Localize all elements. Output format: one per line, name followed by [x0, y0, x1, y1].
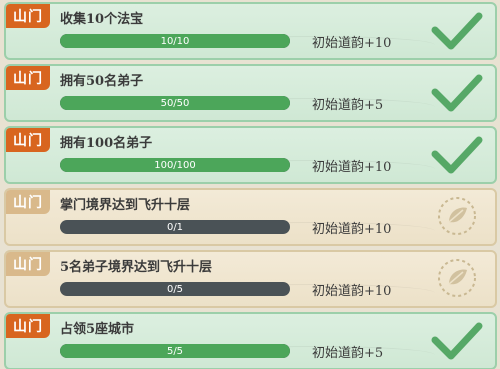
category-tag: 山门 [6, 252, 50, 276]
quest-list: 山门 收集10个法宝 10/10 初始道韵+10 山门 拥有50名弟子 50/5… [0, 0, 500, 369]
reward-text: 初始道韵+10 [312, 284, 392, 299]
quest-title: 5名弟子境界达到飞升十层 [60, 260, 213, 275]
reward-text: 初始道韵+5 [312, 98, 384, 113]
reward-text: 初始道韵+10 [312, 222, 392, 237]
quest-row[interactable]: 山门 占领5座城市 5/5 初始道韵+5 [4, 312, 497, 369]
leaf-emblem-icon [438, 259, 476, 297]
category-tag: 山门 [6, 128, 50, 152]
quest-title: 收集10个法宝 [60, 12, 144, 27]
progress-text: 5/5 [166, 345, 184, 357]
progress-bar: 10/10 [60, 34, 290, 48]
category-tag: 山门 [6, 314, 50, 338]
reward-text: 初始道韵+10 [312, 36, 392, 51]
progress-text: 50/50 [160, 97, 190, 109]
quest-title: 拥有100名弟子 [60, 136, 153, 151]
quest-row[interactable]: 山门 收集10个法宝 10/10 初始道韵+10 [4, 2, 497, 60]
leaf-emblem-icon [438, 197, 476, 235]
quest-title: 占领5座城市 [60, 322, 135, 337]
checkmark-icon [431, 136, 483, 174]
quest-title: 掌门境界达到飞升十层 [60, 198, 191, 213]
progress-text: 10/10 [160, 35, 190, 47]
progress-bar: 50/50 [60, 96, 290, 110]
quest-title: 拥有50名弟子 [60, 74, 144, 89]
progress-text: 0/1 [166, 221, 184, 233]
progress-text: 100/100 [154, 159, 196, 171]
progress-bar: 0/5 [60, 282, 290, 296]
reward-text: 初始道韵+5 [312, 346, 384, 361]
reward-text: 初始道韵+10 [312, 160, 392, 175]
checkmark-icon [431, 322, 483, 360]
quest-row[interactable]: 山门 掌门境界达到飞升十层 0/1 初始道韵+10 [4, 188, 497, 246]
quest-row[interactable]: 山门 5名弟子境界达到飞升十层 0/5 初始道韵+10 [4, 250, 497, 308]
checkmark-icon [431, 74, 483, 112]
progress-text: 0/5 [166, 283, 184, 295]
progress-bar: 0/1 [60, 220, 290, 234]
category-tag: 山门 [6, 4, 50, 28]
checkmark-icon [431, 12, 483, 50]
progress-bar: 5/5 [60, 344, 290, 358]
progress-bar: 100/100 [60, 158, 290, 172]
category-tag: 山门 [6, 66, 50, 90]
quest-row[interactable]: 山门 拥有100名弟子 100/100 初始道韵+10 [4, 126, 497, 184]
category-tag: 山门 [6, 190, 50, 214]
quest-row[interactable]: 山门 拥有50名弟子 50/50 初始道韵+5 [4, 64, 497, 122]
